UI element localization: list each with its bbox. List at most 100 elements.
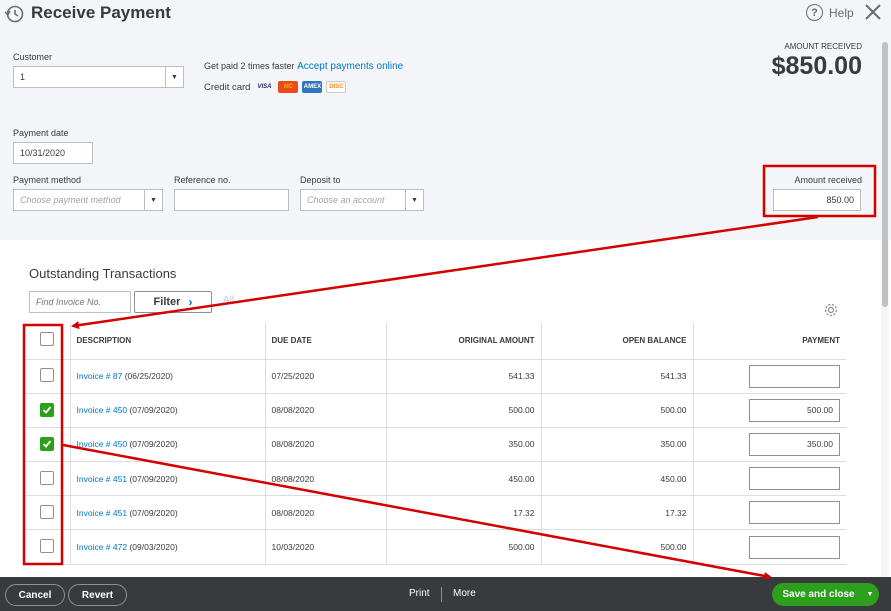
close-icon[interactable] — [863, 2, 883, 22]
save-and-close-button[interactable]: Save and close ▼ — [772, 583, 879, 606]
open-balance-cell: 541.33 — [541, 359, 694, 394]
row-checkbox[interactable] — [40, 504, 55, 519]
invoice-date: (07/09/2020) — [129, 405, 178, 416]
accept-payments-link[interactable]: Accept payments online — [297, 61, 403, 72]
amex-icon: AMEX — [302, 81, 323, 93]
payment-input[interactable] — [749, 364, 840, 388]
description-cell: Invoice # 451 (07/09/2020) — [70, 461, 266, 497]
payment-method-select[interactable]: Choose payment method ▼ — [13, 189, 163, 211]
payment-cell — [693, 495, 846, 531]
table-row: Invoice # 451 (07/09/2020) 08/08/2020 17… — [25, 495, 846, 531]
chevron-down-icon[interactable]: ▼ — [144, 190, 162, 210]
customer-label: Customer — [13, 52, 53, 62]
invoice-link[interactable]: Invoice # 472 — [77, 542, 128, 552]
col-open-balance: OPEN BALANCE — [541, 322, 694, 360]
col-payment: PAYMENT — [693, 322, 846, 360]
print-button[interactable]: Print — [409, 588, 430, 599]
due-date-cell: 08/08/2020 — [265, 495, 387, 531]
help-link[interactable]: ? Help — [806, 4, 854, 21]
description-cell: Invoice # 451 (07/09/2020) — [70, 495, 266, 531]
revert-button[interactable]: Revert — [68, 584, 127, 606]
payment-date-field[interactable]: 10/31/2020 — [13, 142, 93, 164]
chevron-down-icon[interactable]: ▼ — [405, 190, 423, 210]
reference-label: Reference no. — [174, 175, 231, 185]
more-button[interactable]: More — [453, 588, 476, 599]
open-balance-cell: 17.32 — [541, 495, 694, 531]
payment-date-label: Payment date — [13, 128, 69, 138]
all-filter-label: All — [223, 295, 235, 306]
description-cell: Invoice # 87 (06/25/2020) — [70, 359, 266, 394]
customer-select[interactable]: 1 ▼ — [13, 66, 184, 88]
description-cell: Invoice # 472 (09/03/2020) — [70, 529, 266, 565]
credit-card-label: Credit card — [204, 81, 251, 93]
invoice-date: (06/25/2020) — [124, 371, 173, 382]
table-row: Invoice # 472 (09/03/2020) 10/03/2020 50… — [25, 529, 846, 565]
description-cell: Invoice # 450 (07/09/2020) — [70, 393, 266, 428]
open-balance-cell: 350.00 — [541, 427, 694, 463]
due-date-cell: 07/25/2020 — [265, 359, 387, 394]
page-title: Receive Payment — [31, 3, 171, 22]
payment-input[interactable] — [749, 535, 840, 559]
amount-received-field[interactable]: 850.00 — [773, 189, 861, 211]
open-balance-cell: 500.00 — [541, 529, 694, 565]
invoice-link[interactable]: Invoice # 451 — [77, 508, 128, 518]
payment-input[interactable] — [749, 501, 840, 525]
col-original-amount: ORIGINAL AMOUNT — [386, 322, 542, 360]
payment-cell — [693, 461, 846, 497]
payment-method-label: Payment method — [13, 175, 82, 185]
original-amount-cell: 450.00 — [386, 461, 542, 497]
payment-method-placeholder: Choose payment method — [20, 195, 121, 205]
original-amount-cell: 500.00 — [386, 529, 542, 565]
row-checkbox[interactable] — [40, 368, 55, 383]
open-balance-cell: 450.00 — [541, 461, 694, 497]
original-amount-cell: 17.32 — [386, 495, 542, 531]
save-and-close-label: Save and close — [782, 589, 855, 600]
col-description: DESCRIPTION — [70, 322, 266, 360]
reference-field[interactable] — [174, 189, 289, 211]
scrollbar[interactable] — [881, 42, 889, 577]
cancel-button[interactable]: Cancel — [5, 584, 65, 606]
invoice-link[interactable]: Invoice # 450 — [77, 439, 128, 449]
checkbox-cell — [25, 529, 71, 565]
original-amount-cell: 350.00 — [386, 427, 542, 463]
table-row: Invoice # 450 (07/09/2020) 08/08/2020 50… — [25, 393, 846, 428]
invoice-link[interactable]: Invoice # 87 — [77, 371, 123, 381]
get-paid-text: Get paid 2 times faster Accept payments … — [204, 61, 403, 72]
payment-input[interactable] — [749, 467, 840, 491]
col-due-date: DUE DATE — [265, 322, 387, 360]
payment-input[interactable]: 350.00 — [749, 432, 840, 456]
chevron-down-icon[interactable]: ▼ — [165, 67, 183, 87]
history-icon[interactable] — [4, 4, 24, 24]
help-icon: ? — [806, 4, 823, 21]
amount-received-heading: AMOUNT RECEIVED — [784, 42, 862, 51]
chevron-down-icon[interactable]: ▼ — [861, 591, 879, 598]
row-checkbox[interactable] — [40, 539, 55, 554]
payment-cell — [693, 359, 846, 394]
filter-label: Filter — [153, 296, 181, 308]
open-balance-cell: 500.00 — [541, 393, 694, 428]
checkbox-cell — [25, 427, 71, 463]
deposit-to-select[interactable]: Choose an account ▼ — [300, 189, 424, 211]
filter-button[interactable]: Filter › — [134, 291, 212, 313]
payment-input[interactable]: 500.00 — [749, 398, 840, 422]
row-checkbox[interactable] — [40, 437, 55, 452]
amount-received-label: Amount received — [794, 175, 862, 185]
footer-bar: Cancel Revert Print More — [0, 577, 891, 611]
select-all-cell — [25, 322, 71, 360]
checkmark-icon — [43, 440, 52, 449]
gear-icon[interactable] — [823, 302, 839, 318]
find-invoice-input[interactable] — [29, 291, 131, 313]
invoice-link[interactable]: Invoice # 451 — [77, 474, 128, 484]
invoice-link[interactable]: Invoice # 450 — [77, 405, 128, 415]
scrollbar-thumb[interactable] — [882, 42, 888, 307]
checkbox-cell — [25, 495, 71, 531]
deposit-to-label: Deposit to — [300, 175, 341, 185]
row-checkbox[interactable] — [40, 403, 55, 418]
row-checkbox[interactable] — [40, 470, 55, 485]
select-all-checkbox[interactable] — [40, 332, 55, 347]
help-label: Help — [829, 5, 854, 20]
payment-cell: 500.00 — [693, 393, 846, 428]
chevron-right-icon: › — [188, 295, 193, 309]
mastercard-icon: MC — [278, 81, 299, 93]
original-amount-cell: 541.33 — [386, 359, 542, 394]
